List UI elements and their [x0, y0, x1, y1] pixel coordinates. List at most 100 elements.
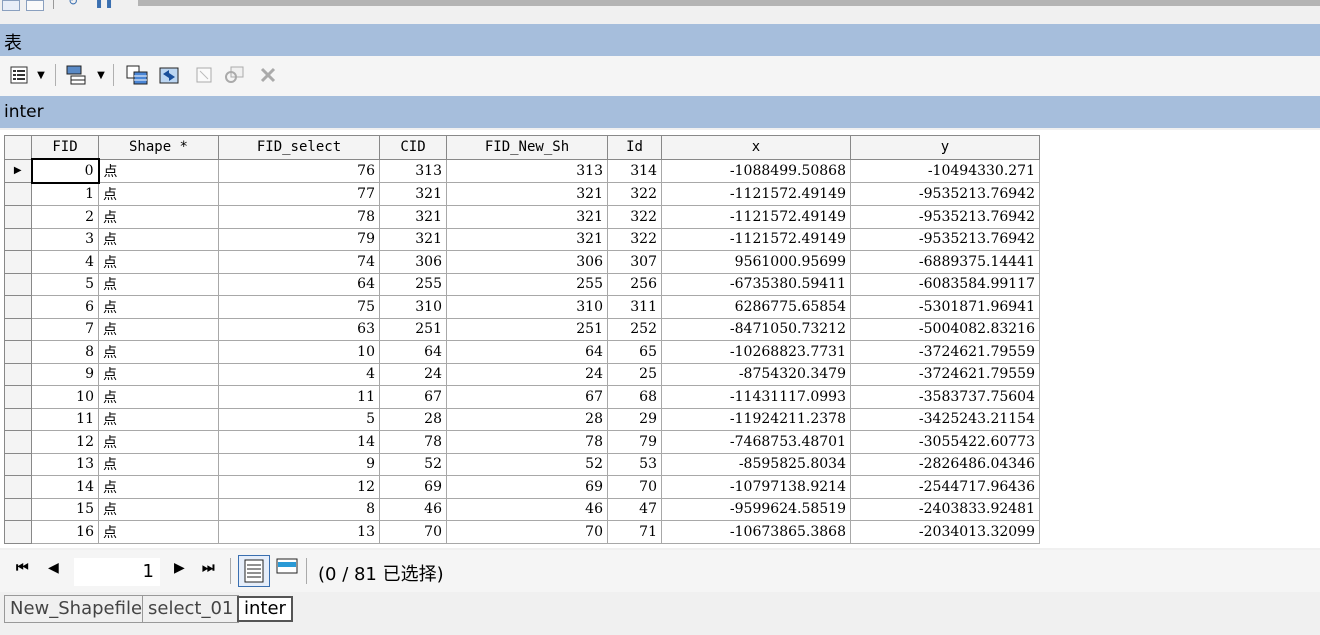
row-selector-header[interactable] [4, 135, 32, 160]
cell-id[interactable]: 322 [607, 227, 662, 251]
row-selector[interactable] [4, 250, 32, 274]
cell-fid-new-sh[interactable]: 255 [446, 272, 608, 296]
cell-id[interactable]: 79 [607, 430, 662, 454]
cell-cid[interactable]: 67 [379, 385, 447, 409]
cell-shape[interactable]: 点 [98, 430, 219, 454]
tab-select-01[interactable]: select_01 [142, 595, 240, 623]
cell-fid-new-sh[interactable]: 28 [446, 407, 608, 431]
document-icon[interactable] [26, 0, 44, 11]
next-record-icon[interactable]: ▶ [174, 560, 185, 576]
current-record-input[interactable]: 1 [74, 558, 160, 586]
cell-y[interactable]: -3724621.79559 [850, 340, 1040, 364]
cell-cid[interactable]: 321 [379, 205, 447, 229]
table-row[interactable]: 1 点 77 321 321 322 -1121572.49149 -9535213.7694… [4, 182, 1040, 206]
cell-shape[interactable]: 点 [98, 317, 219, 341]
cell-x[interactable]: -1088499.50868 [661, 158, 851, 183]
cell-fid[interactable]: 14 [31, 475, 99, 499]
cell-id[interactable]: 53 [607, 452, 662, 476]
table-row[interactable]: 8 点 10 64 64 65 -10268823.7731 -3724621.79559 [4, 340, 1040, 364]
cell-fid[interactable]: 13 [31, 452, 99, 476]
cell-fid[interactable]: 2 [31, 205, 99, 229]
cell-shape[interactable]: 点 [98, 497, 219, 521]
cell-shape[interactable]: 点 [98, 295, 219, 319]
cell-shape[interactable]: 点 [98, 205, 219, 229]
column-header-fid-select[interactable]: FID_select [218, 135, 380, 160]
cell-fid-select[interactable]: 12 [218, 475, 380, 499]
cell-shape[interactable]: 点 [98, 452, 219, 476]
cell-fid-select[interactable]: 11 [218, 385, 380, 409]
cell-y[interactable]: -9535213.76942 [850, 227, 1040, 251]
row-selector[interactable] [4, 385, 32, 409]
column-header-y[interactable]: y [850, 135, 1040, 160]
cell-x[interactable]: -1121572.49149 [661, 205, 851, 229]
window-icon[interactable] [2, 0, 20, 11]
cell-id[interactable]: 256 [607, 272, 662, 296]
cell-id[interactable]: 68 [607, 385, 662, 409]
cell-y[interactable]: -2034013.32099 [850, 520, 1040, 544]
tab-inter[interactable]: inter [237, 596, 293, 622]
cell-fid-select[interactable]: 4 [218, 362, 380, 386]
show-all-records-icon[interactable] [238, 555, 270, 587]
cell-y[interactable]: -9535213.76942 [850, 205, 1040, 229]
cell-fid-select[interactable]: 64 [218, 272, 380, 296]
table-row[interactable]: 16 点 13 70 70 71 -10673865.3868 -2034013.32099 [4, 520, 1040, 544]
table-row[interactable]: ▶ 0 点 76 313 313 314 -1088499.50868 -10494330.27… [4, 158, 1040, 184]
cell-fid-new-sh[interactable]: 310 [446, 295, 608, 319]
cell-x[interactable]: -8471050.73212 [661, 317, 851, 341]
table-row[interactable]: 5 点 64 255 255 256 -6735380.59411 -6083584.9911… [4, 272, 1040, 296]
cell-id[interactable]: 65 [607, 340, 662, 364]
cell-fid-new-sh[interactable]: 24 [446, 362, 608, 386]
row-selector[interactable] [4, 497, 32, 521]
cell-fid-new-sh[interactable]: 64 [446, 340, 608, 364]
cell-fid[interactable]: 9 [31, 362, 99, 386]
row-selector[interactable] [4, 452, 32, 476]
cell-fid[interactable]: 7 [31, 317, 99, 341]
horizontal-scrollbar[interactable] [138, 0, 1320, 6]
cell-x[interactable]: -1121572.49149 [661, 227, 851, 251]
cell-x[interactable]: -9599624.58519 [661, 497, 851, 521]
table-row[interactable]: 2 点 78 321 321 322 -1121572.49149 -9535213.7694… [4, 205, 1040, 229]
cell-fid-new-sh[interactable]: 313 [446, 158, 608, 183]
cell-fid-new-sh[interactable]: 52 [446, 452, 608, 476]
cell-shape[interactable]: 点 [98, 272, 219, 296]
cell-x[interactable]: -10268823.7731 [661, 340, 851, 364]
cell-fid-select[interactable]: 79 [218, 227, 380, 251]
cell-cid[interactable]: 28 [379, 407, 447, 431]
cell-fid[interactable]: 0 [30, 158, 100, 184]
cell-y[interactable]: -5004082.83216 [850, 317, 1040, 341]
cell-fid-select[interactable]: 63 [218, 317, 380, 341]
row-selector[interactable] [4, 475, 32, 499]
cell-cid[interactable]: 78 [379, 430, 447, 454]
dropdown-icon[interactable]: ▼ [34, 64, 48, 86]
cell-fid-select[interactable]: 76 [218, 158, 380, 183]
column-header-cid[interactable]: CID [379, 135, 447, 160]
cell-fid-select[interactable]: 9 [218, 452, 380, 476]
cell-shape[interactable]: 点 [98, 475, 219, 499]
cell-fid-select[interactable]: 5 [218, 407, 380, 431]
row-selector[interactable] [4, 362, 32, 386]
pause-icon[interactable]: ❚❚ [94, 0, 114, 8]
row-selector[interactable] [4, 340, 32, 364]
table-options-icon[interactable] [8, 64, 30, 86]
cell-fid-new-sh[interactable]: 321 [446, 182, 608, 206]
cell-cid[interactable]: 310 [379, 295, 447, 319]
clear-selection-icon[interactable] [194, 64, 214, 86]
cell-fid[interactable]: 6 [31, 295, 99, 319]
cell-id[interactable]: 47 [607, 497, 662, 521]
column-header-x[interactable]: x [661, 135, 851, 160]
delete-selected-icon[interactable] [258, 64, 278, 86]
column-header-fid[interactable]: FID [31, 135, 99, 160]
cell-x[interactable]: 9561000.95699 [661, 250, 851, 274]
cell-y[interactable]: -6083584.99117 [850, 272, 1040, 296]
cell-y[interactable]: -2544717.96436 [850, 475, 1040, 499]
cell-fid-select[interactable]: 10 [218, 340, 380, 364]
cell-cid[interactable]: 46 [379, 497, 447, 521]
dropdown-icon[interactable]: ▼ [94, 64, 108, 86]
cell-cid[interactable]: 64 [379, 340, 447, 364]
cell-cid[interactable]: 24 [379, 362, 447, 386]
cell-shape[interactable]: 点 [98, 520, 219, 544]
cell-x[interactable]: -8595825.8034 [661, 452, 851, 476]
cell-fid-select[interactable]: 75 [218, 295, 380, 319]
cell-fid-new-sh[interactable]: 321 [446, 227, 608, 251]
cell-fid[interactable]: 8 [31, 340, 99, 364]
